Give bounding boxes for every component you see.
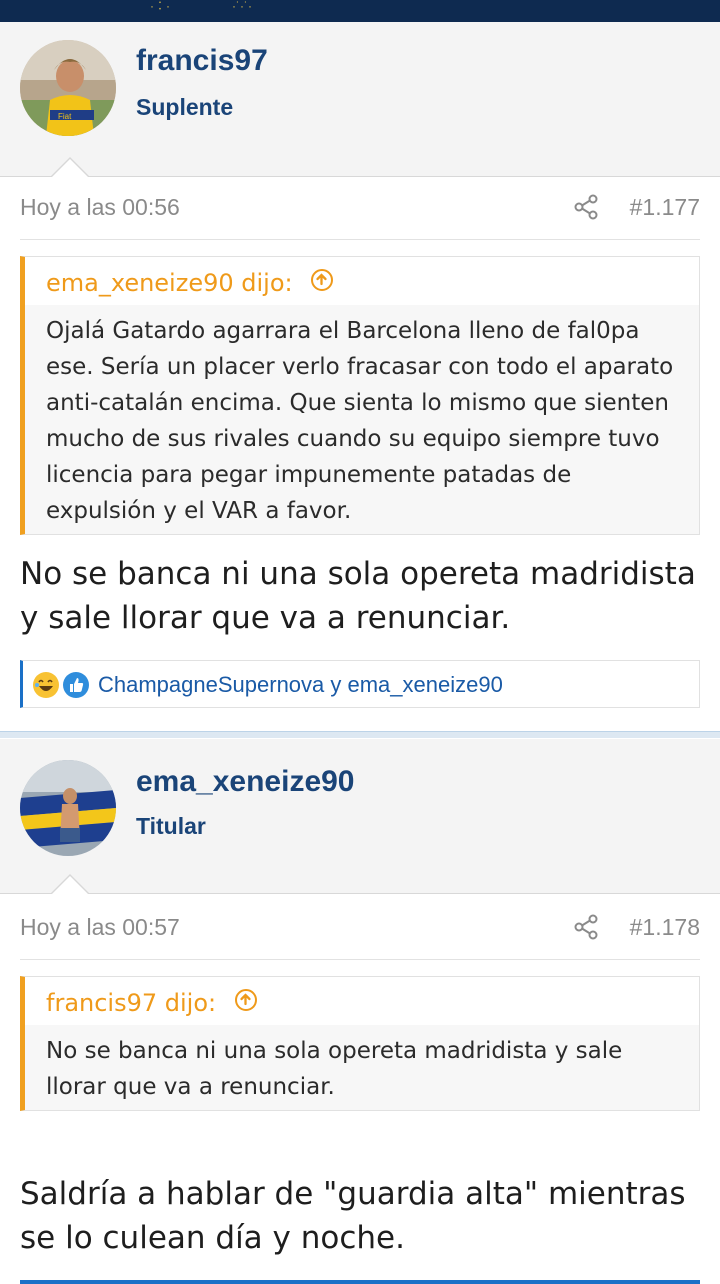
go-to-quote-icon[interactable] [311, 269, 333, 291]
share-icon[interactable] [574, 914, 598, 940]
post-number[interactable]: #1.178 [630, 914, 700, 941]
go-to-quote-icon[interactable] [235, 989, 257, 1011]
post-user-block: Fiat francis97 Suplente [0, 22, 720, 177]
post-meta: Hoy a las 00:56 #1.177 [0, 180, 720, 240]
svg-text:Fiat: Fiat [58, 112, 72, 121]
reactions-bar[interactable]: ChampagneSupernova y ema_xeneize90 [20, 660, 700, 708]
post-body: No se banca ni una sola opereta madridis… [20, 556, 696, 636]
divider [20, 959, 700, 960]
header-decoration: ·˙·˙· [232, 0, 252, 13]
quote-text: Ojalá Gatardo agarrara el Barcelona llen… [46, 318, 674, 524]
username[interactable]: ema_xeneize90 [136, 765, 355, 799]
user-rank: Titular [136, 813, 206, 839]
post-timestamp[interactable]: Hoy a las 00:56 [20, 194, 180, 221]
reaction-users[interactable]: ChampagneSupernova y ema_xeneize90 [98, 672, 503, 698]
quote-header[interactable]: ema_xeneize90 dijo: [25, 257, 699, 305]
avatar[interactable] [20, 760, 116, 856]
post-timestamp[interactable]: Hoy a las 00:57 [20, 914, 180, 941]
pointer [52, 876, 88, 894]
top-header-bar: ·︰· ·˙·˙· [0, 0, 720, 22]
quote-author[interactable]: francis97 dijo: [46, 989, 216, 1017]
quote-block: francis97 dijo: No se banca ni una sola … [20, 976, 700, 1111]
post-body: Saldría a hablar de "guardia alta" mient… [20, 1176, 686, 1256]
laughing-emoji-icon [33, 672, 59, 698]
post-user-block: ema_xeneize90 Titular [0, 739, 720, 894]
pointer [52, 159, 88, 177]
post-number[interactable]: #1.177 [630, 194, 700, 221]
share-icon[interactable] [574, 194, 598, 220]
header-decoration: ·︰· [150, 0, 170, 13]
avatar[interactable]: Fiat [20, 40, 116, 136]
quote-block: ema_xeneize90 dijo: Ojalá Gatardo agarra… [20, 256, 700, 535]
quote-author[interactable]: ema_xeneize90 dijo: [46, 269, 293, 297]
post-meta: Hoy a las 00:57 #1.178 [0, 900, 720, 960]
quote-text: No se banca ni una sola opereta madridis… [46, 1038, 623, 1100]
user-rank: Suplente [136, 94, 234, 120]
reactions-bar-partial [20, 1280, 700, 1284]
like-icon [63, 672, 89, 698]
post-separator [0, 731, 720, 738]
quote-header[interactable]: francis97 dijo: [25, 977, 699, 1025]
divider [20, 239, 700, 240]
username[interactable]: francis97 [136, 44, 268, 78]
